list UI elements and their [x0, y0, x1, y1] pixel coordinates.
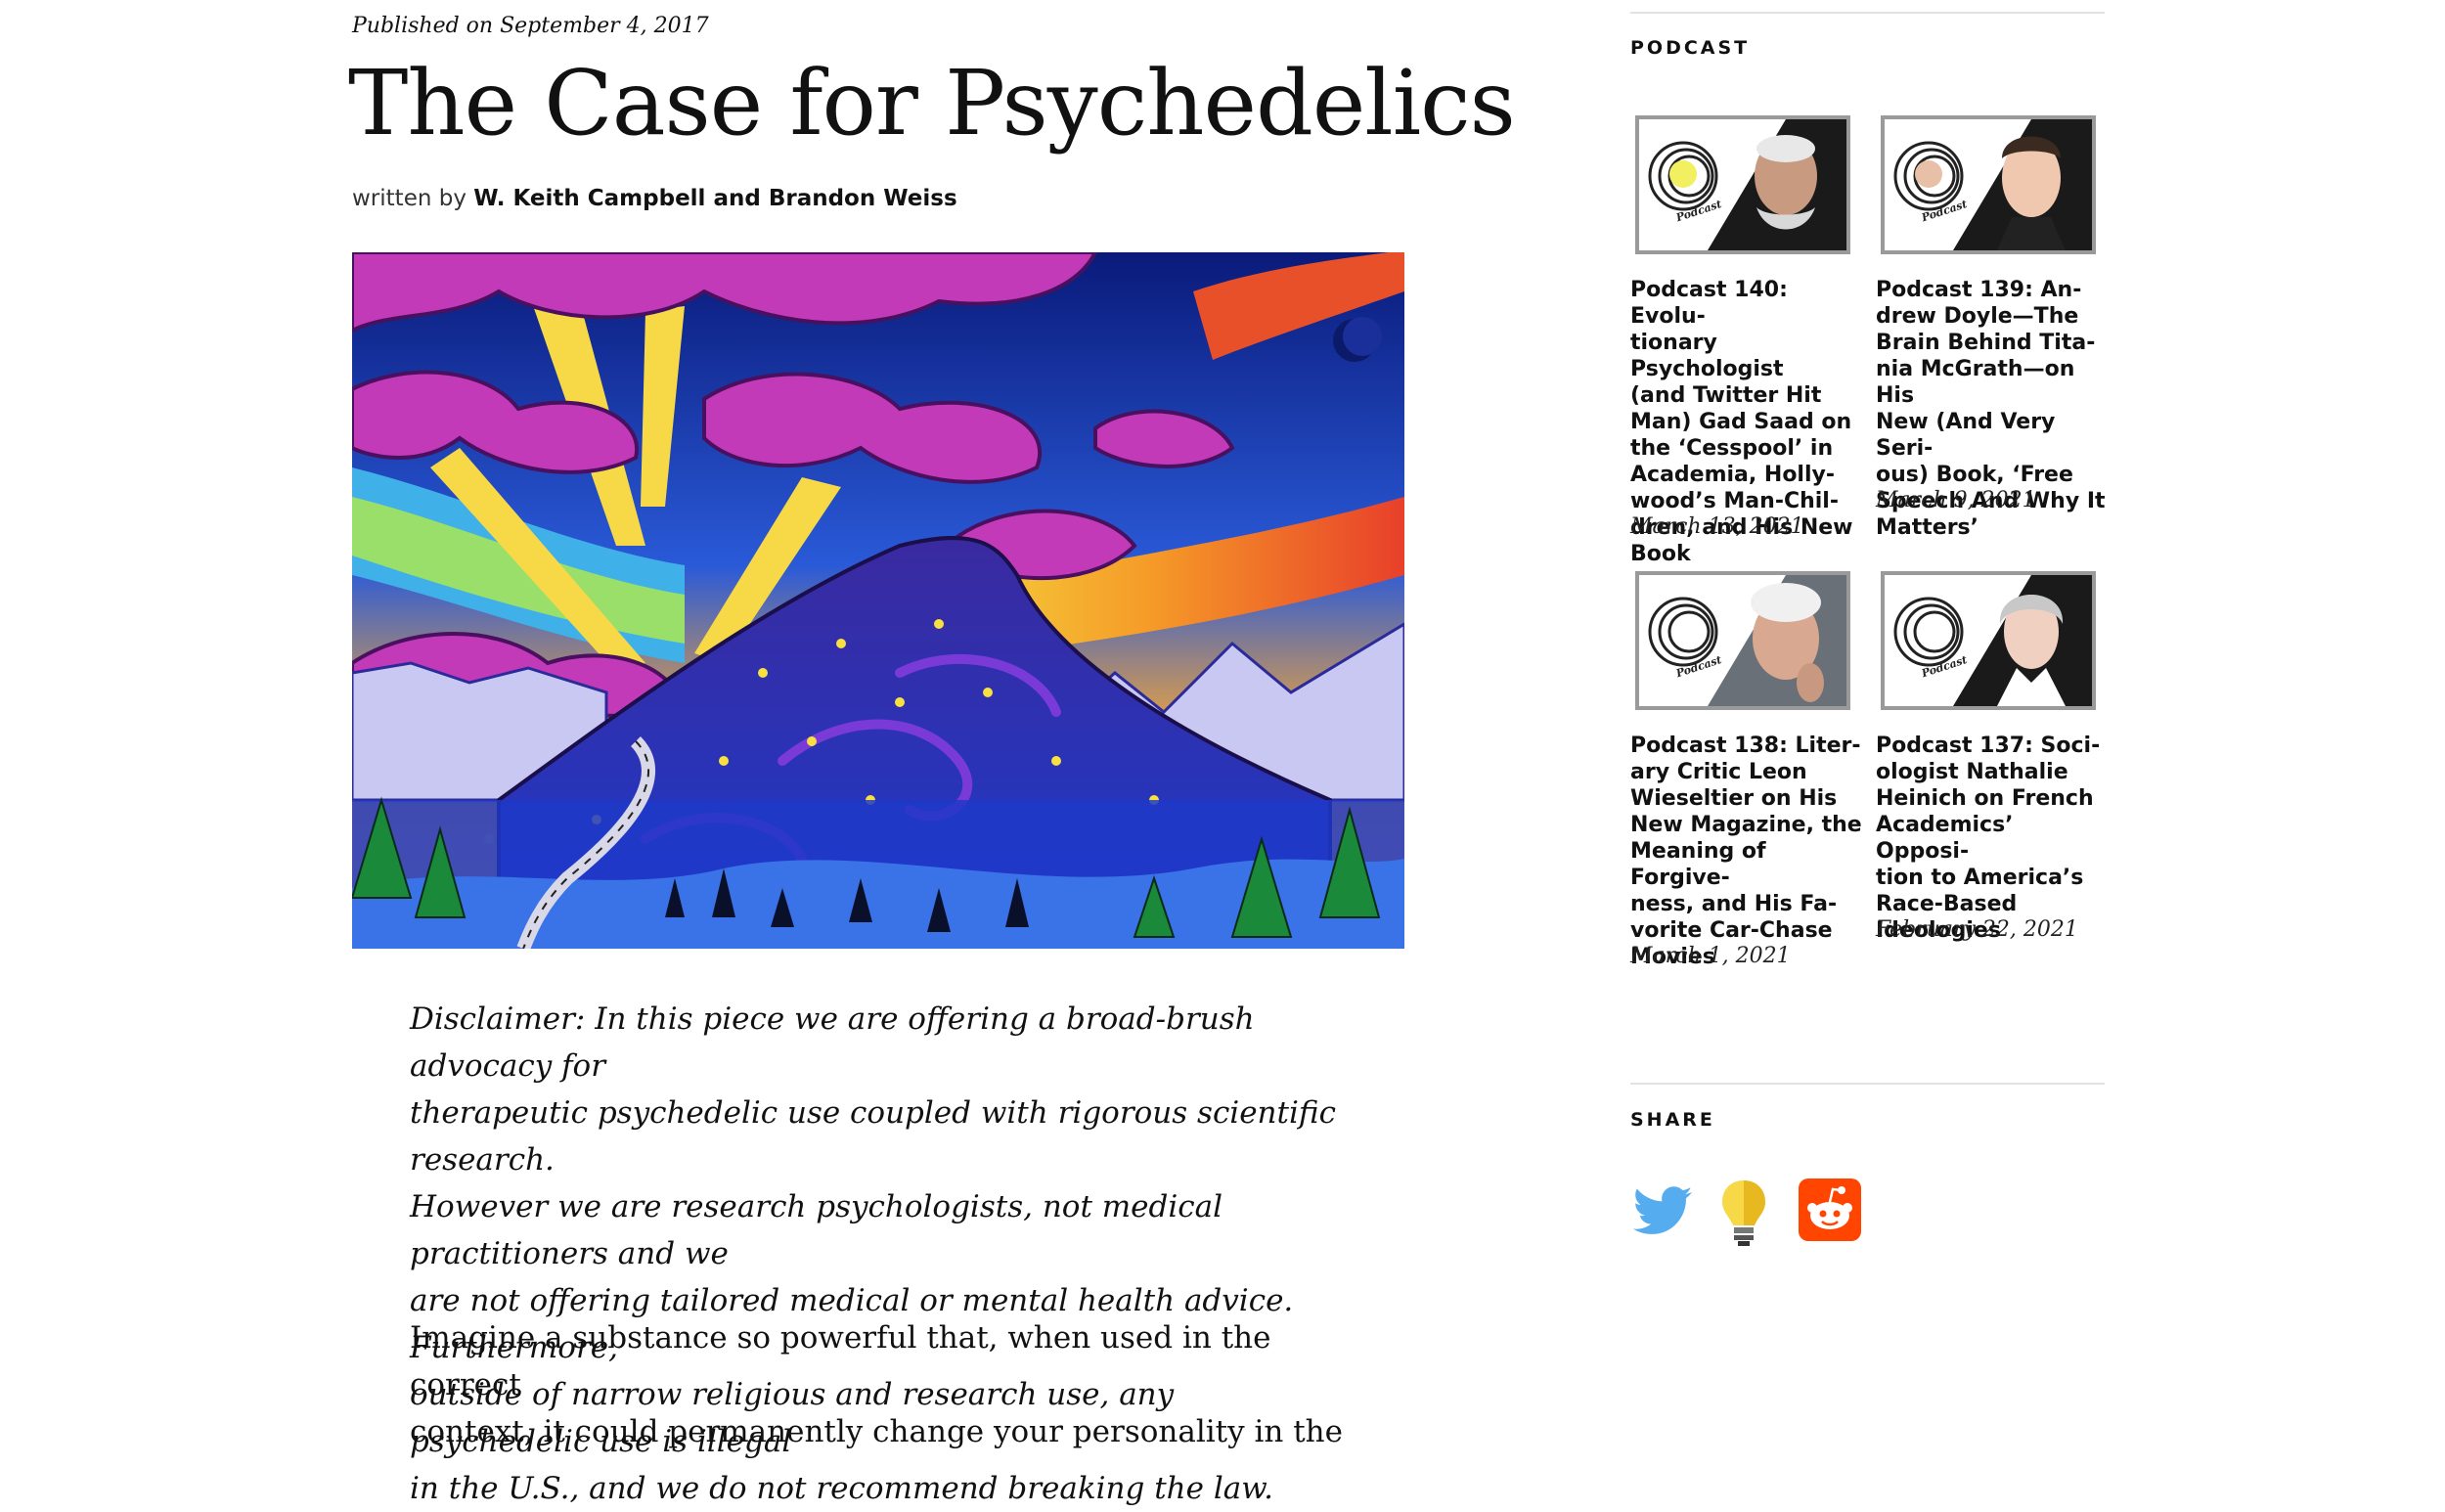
- podcast-title-line: Man) Gad Saad on: [1630, 410, 1852, 434]
- published-date: Published on September 4, 2017: [352, 14, 709, 38]
- podcast-title-line: Brain Behind Tita-: [1876, 331, 2096, 355]
- sidebar-divider: [1630, 12, 2105, 14]
- podcast-title-line: Academics’ Opposi-: [1876, 813, 2014, 864]
- podcast-title-line: ologist Nathalie: [1876, 760, 2068, 784]
- reddit-icon[interactable]: [1799, 1178, 1861, 1241]
- podcast-title-line: Academia, Holly-: [1630, 463, 1835, 487]
- podcast-title-line: New Magazine, the: [1630, 813, 1862, 837]
- podcast-thumbnail[interactable]: Podcast: [1881, 571, 2096, 710]
- disclaimer-line: Disclaimer: In this piece we are offerin…: [410, 1001, 1255, 1084]
- twitter-icon[interactable]: [1630, 1178, 1695, 1243]
- podcast-title-line: tion to America’s: [1876, 866, 2084, 890]
- podcast-title-line: Podcast 137: Soci-: [1876, 734, 2101, 758]
- podcast-title-line: Race-Based: [1876, 892, 2018, 916]
- disclaimer-line: However we are research psychologists, n…: [410, 1189, 1223, 1271]
- podcast-thumbnail-art: Podcast: [1893, 119, 2092, 250]
- podcast-thumbnail-art: Podcast: [1648, 119, 1846, 250]
- podcast-title-line: (and Twitter Hit: [1630, 383, 1822, 408]
- podcast-title-line: Heinich on French: [1876, 786, 2094, 811]
- podcast-title-line: Matters’: [1876, 515, 1978, 540]
- podcast-title-line: the ‘Cesspool’ in: [1630, 436, 1834, 461]
- podcast-title-line: Podcast 140: Evolu-: [1630, 278, 1788, 329]
- disclaimer-line: therapeutic psychedelic use coupled with…: [410, 1095, 1336, 1178]
- podcast-date: March 9, 2021: [1876, 488, 2036, 512]
- intro-line: Imagine a substance so powerful that, wh…: [410, 1320, 1271, 1402]
- intro-paragraph: Imagine a substance so powerful that, wh…: [410, 1314, 1358, 1455]
- podcast-date: March 1, 2021: [1630, 944, 1791, 968]
- podcast-title-line: Podcast 139: An-: [1876, 278, 2082, 302]
- podcast-title-line: ous) Book, ‘Free: [1876, 463, 2073, 487]
- lightbulb-icon[interactable]: [1720, 1178, 1767, 1247]
- podcast-date: February 22, 2021: [1876, 917, 2078, 942]
- disclaimer-line: in the U.S., and we do not recommend bre…: [410, 1471, 1273, 1506]
- podcast-title-line: New (And Very Seri-: [1876, 410, 2056, 461]
- podcast-thumbnail-art: Podcast: [1648, 575, 1846, 706]
- podcast-title[interactable]: Podcast 138: Liter- ary Critic Leon Wies…: [1630, 733, 1865, 970]
- podcast-title[interactable]: Podcast 137: Soci- ologist Nathalie Hein…: [1876, 733, 2111, 944]
- podcast-title-line: drew Doyle—The: [1876, 304, 2079, 329]
- podcast-title-line: vorite Car-Chase: [1630, 918, 1833, 943]
- podcast-title-line: ary Critic Leon: [1630, 760, 1807, 784]
- podcast-thumbnail[interactable]: Podcast: [1635, 571, 1850, 710]
- author-link[interactable]: W. Keith Campbell and Brandon Weiss: [473, 186, 956, 211]
- share-heading: SHARE: [1630, 1109, 1715, 1131]
- sidebar-divider: [1630, 1083, 2105, 1085]
- podcast-title-line: tionary Psychologist: [1630, 331, 1784, 381]
- podcast-title-line: ness, and His Fa-: [1630, 892, 1838, 916]
- byline-prefix: written by: [352, 186, 467, 211]
- byline: written by W. Keith Campbell and Brandon…: [352, 186, 957, 211]
- intro-line: context, it could permanently change you…: [410, 1414, 1343, 1449]
- podcast-title-line: Book: [1630, 542, 1691, 566]
- podcast-date: March 13, 2021: [1630, 514, 1804, 539]
- hero-illustration: [352, 252, 1404, 949]
- podcast-title-line: wood’s Man-Chil-: [1630, 489, 1839, 513]
- podcast-title-line: Wieseltier on His: [1630, 786, 1838, 811]
- podcast-thumbnail[interactable]: Podcast: [1881, 115, 2096, 254]
- podcast-title-line: Meaning of Forgive-: [1630, 839, 1766, 890]
- podcast-thumbnail-art: Podcast: [1893, 575, 2092, 706]
- podcast-title-line: nia McGrath—on His: [1876, 357, 2075, 408]
- article-title: The Case for Psychedelics: [348, 51, 1516, 156]
- podcast-title-line: Podcast 138: Liter-: [1630, 734, 1861, 758]
- podcast-thumbnail[interactable]: Podcast: [1635, 115, 1850, 254]
- podcast-heading: PODCAST: [1630, 37, 1751, 59]
